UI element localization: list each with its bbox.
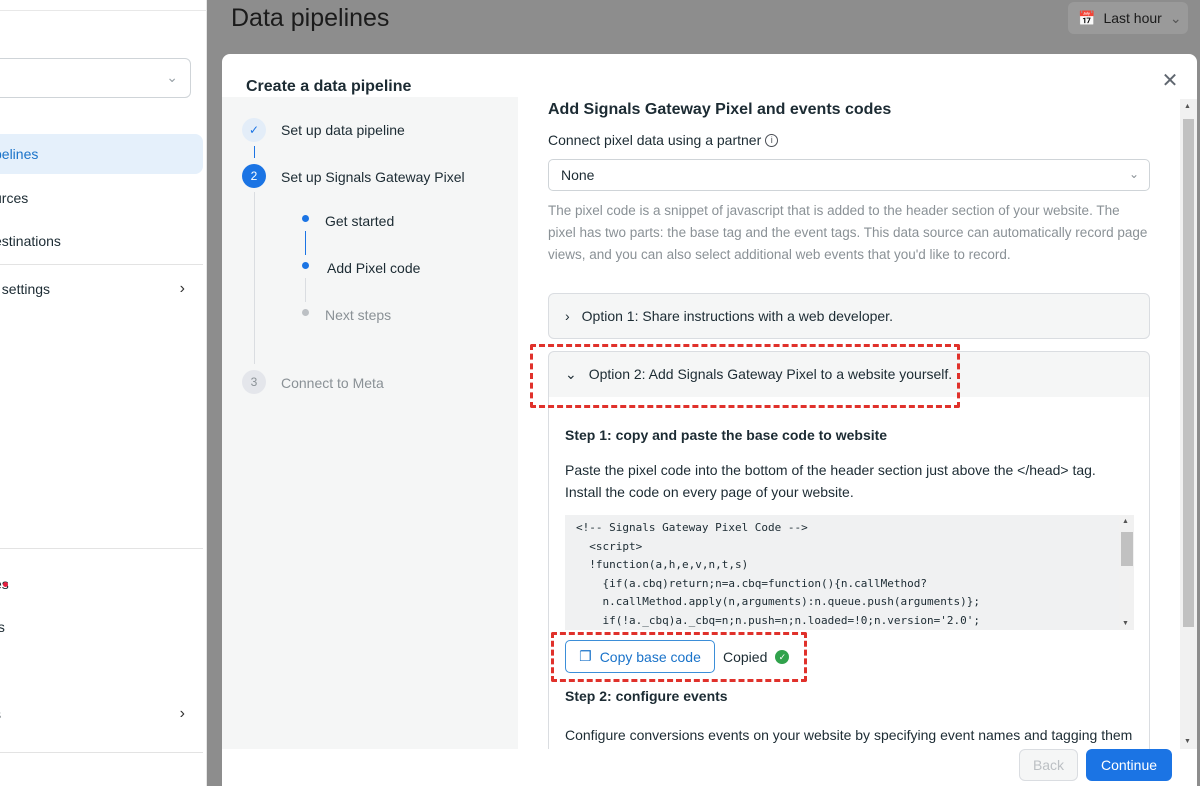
- sidebar-divider: [0, 10, 207, 11]
- check-circle-icon: ✓: [775, 650, 790, 664]
- copy-icon: ❐: [579, 648, 592, 664]
- chevron-down-icon: ⌄: [1169, 9, 1182, 26]
- chevron-down-icon: ⌄: [565, 365, 577, 382]
- chevron-right-icon: ›: [179, 280, 185, 297]
- step2-description: Configure conversions events on your web…: [565, 727, 1133, 743]
- step2-title: Step 2: configure events: [565, 688, 728, 704]
- substep-get-started[interactable]: Get started: [325, 213, 394, 229]
- page-title: Data pipelines: [231, 4, 390, 32]
- step-connector: [254, 146, 255, 158]
- pixel-description: The pixel code is a snippet of javascrip…: [548, 203, 1148, 262]
- content-title: Add Signals Gateway Pixel and events cod…: [548, 101, 892, 118]
- scroll-down-icon[interactable]: ▼: [1122, 620, 1129, 627]
- substep-dot: [302, 215, 309, 222]
- close-icon[interactable]: ✕: [1158, 70, 1182, 94]
- partner-label: Connect pixel data using a partner i: [548, 132, 779, 148]
- code-scrollbar[interactable]: ▲ ▼: [1119, 515, 1134, 630]
- scroll-thumb[interactable]: [1183, 119, 1194, 627]
- chevron-right-icon: ›: [565, 308, 570, 324]
- modal-footer: Back Continue: [222, 749, 1197, 786]
- substep-next-steps: Next steps: [325, 307, 392, 323]
- sidebar-divider: [0, 264, 203, 265]
- base-code-box[interactable]: <!-- Signals Gateway Pixel Code --> <scr…: [565, 515, 1134, 630]
- scroll-thumb[interactable]: [1121, 532, 1133, 566]
- check-icon: ✓: [242, 118, 266, 142]
- app-sidebar: ⌄ pelines urces estinations t settings› …: [0, 0, 207, 786]
- option2-body: Step 1: copy and paste the base code to …: [549, 397, 1149, 749]
- chevron-down-icon: ⌄: [1128, 167, 1139, 181]
- info-icon[interactable]: i: [765, 133, 779, 147]
- substep-add-pixel-code[interactable]: Add Pixel code: [327, 260, 420, 276]
- step1-title: Step 1: copy and paste the base code to …: [565, 427, 888, 443]
- step-label-connect-meta: Connect to Meta: [281, 375, 384, 391]
- modal-title: Create a data pipeline: [246, 78, 412, 95]
- scroll-down-icon[interactable]: ▼: [1184, 738, 1191, 745]
- substep-dot: [302, 262, 309, 269]
- content-area: Add Signals Gateway Pixel and events cod…: [548, 97, 1150, 749]
- continue-button[interactable]: Continue: [1086, 749, 1172, 781]
- step1-description: Paste the pixel code into the bottom of …: [565, 462, 1096, 500]
- chevron-down-icon: ⌄: [166, 69, 178, 85]
- partner-select[interactable]: None ⌄: [548, 159, 1150, 191]
- sidebar-item-destinations[interactable]: estinations: [0, 221, 203, 261]
- modal-scrollbar[interactable]: ▲ ▼: [1180, 99, 1197, 749]
- back-button[interactable]: Back: [1019, 749, 1078, 781]
- sidebar-divider: [0, 548, 203, 549]
- copy-base-code-button[interactable]: ❐ Copy base code: [565, 640, 715, 673]
- sidebar-item-tools[interactable]: s›: [0, 694, 203, 734]
- sidebar-item-settings[interactable]: t settings›: [0, 269, 203, 309]
- step-label-setup-pipeline[interactable]: Set up data pipeline: [281, 122, 405, 138]
- step-label-setup-gateway[interactable]: Set up Signals Gateway Pixel: [281, 169, 465, 185]
- step-number-3: 3: [242, 370, 266, 394]
- chevron-right-icon: ›: [179, 705, 185, 722]
- option1-accordion[interactable]: › Option 1: Share instructions with a we…: [548, 293, 1150, 339]
- scroll-up-icon[interactable]: ▲: [1184, 103, 1191, 110]
- sidebar-item-updates[interactable]: es: [0, 564, 203, 604]
- notification-dot: [2, 581, 8, 587]
- sidebar-item-events[interactable]: ts: [0, 607, 203, 647]
- substep-dot: [302, 309, 309, 316]
- sidebar-divider: [0, 752, 203, 753]
- option2-accordion: ⌄ Option 2: Add Signals Gateway Pixel to…: [548, 351, 1150, 749]
- steps-panel: ✓ Set up data pipeline 2 Set up Signals …: [222, 97, 518, 749]
- sidebar-item-data-pipelines[interactable]: pelines: [0, 134, 203, 174]
- sidebar-item-sources[interactable]: urces: [0, 178, 203, 218]
- substep-connector: [305, 278, 306, 302]
- option2-header[interactable]: ⌄ Option 2: Add Signals Gateway Pixel to…: [549, 352, 952, 396]
- calendar-icon: 📅: [1078, 9, 1096, 26]
- copied-status: Copied ✓: [723, 649, 790, 665]
- account-selector[interactable]: ⌄: [0, 58, 191, 98]
- substep-connector: [305, 231, 306, 255]
- step-number-2: 2: [242, 164, 266, 188]
- option1-header[interactable]: › Option 1: Share instructions with a we…: [549, 294, 893, 338]
- scroll-up-icon[interactable]: ▲: [1122, 518, 1129, 525]
- create-pipeline-modal: Create a data pipeline ✕ ✓ Set up data p…: [222, 54, 1197, 786]
- base-code[interactable]: <!-- Signals Gateway Pixel Code --> <scr…: [565, 515, 1134, 630]
- time-filter-button[interactable]: 📅 Last hour ⌄: [1068, 2, 1188, 34]
- step-connector: [254, 192, 255, 364]
